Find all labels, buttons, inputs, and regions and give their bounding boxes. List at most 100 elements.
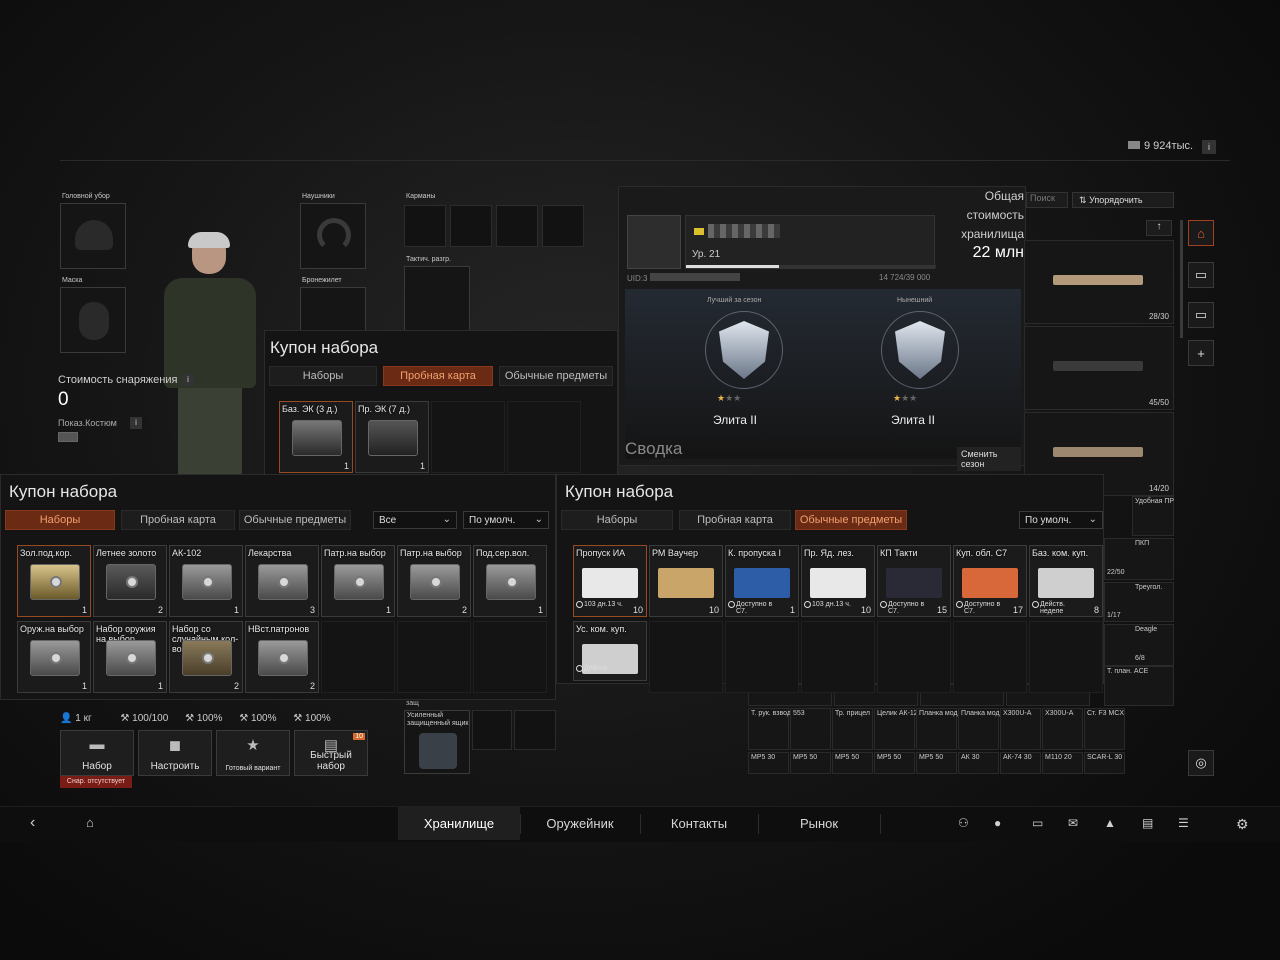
side-item-4[interactable]: Deagle 6/8 bbox=[1104, 624, 1174, 666]
coupon-item[interactable]: Под.сер.вол. 1 bbox=[473, 545, 547, 617]
rig-slot[interactable] bbox=[404, 266, 470, 332]
coupon-item[interactable]: Баз. ком. куп. Действ. неделе 8 bbox=[1029, 545, 1103, 617]
storage-item[interactable]: Тр. прицел bbox=[832, 708, 873, 750]
storage-item[interactable]: Целик АК-12 bbox=[874, 708, 918, 750]
side-item-2[interactable]: ПКП 22/50 bbox=[1104, 538, 1174, 580]
storage-item[interactable]: SCAR-L 30 bbox=[1084, 752, 1125, 774]
sort-button[interactable]: ⇅ Упорядочить bbox=[1072, 192, 1174, 208]
tab-market[interactable]: Рынок bbox=[758, 806, 880, 840]
storage-item[interactable]: Ст. F3 MCX bbox=[1084, 708, 1125, 750]
show-costume-info[interactable]: i bbox=[130, 417, 142, 429]
coupon-item[interactable]: Набор со случайным кол-вом 2 bbox=[169, 621, 243, 693]
search-input[interactable]: Поиск bbox=[1026, 192, 1068, 208]
tab-common-items[interactable]: Обычные предметы bbox=[499, 366, 613, 386]
coupon-item[interactable]: Ус. ком. куп. Действ. bbox=[573, 621, 647, 681]
storage-item[interactable]: MP5 50 bbox=[874, 752, 915, 774]
android-icon[interactable]: ▲ bbox=[1104, 816, 1116, 830]
tab-kits[interactable]: Наборы bbox=[5, 510, 115, 530]
tab-common-items[interactable]: Обычные предметы bbox=[795, 510, 907, 530]
pocket-slot-4[interactable] bbox=[542, 205, 584, 247]
pocket-slot-1[interactable] bbox=[404, 205, 446, 247]
storage-item[interactable]: АК 30 bbox=[958, 752, 999, 774]
headwear-slot[interactable] bbox=[60, 203, 126, 269]
tab-armory[interactable]: Оружейник bbox=[520, 806, 640, 840]
pocket-slot-2[interactable] bbox=[450, 205, 492, 247]
storage-item[interactable]: X300U-A bbox=[1042, 708, 1083, 750]
coupon-item[interactable]: Патр.на выбор 1 bbox=[321, 545, 395, 617]
friends-icon[interactable]: ⚇ bbox=[958, 816, 969, 830]
tab-trial-card[interactable]: Пробная карта bbox=[121, 510, 235, 530]
quick-kit-button[interactable]: ▤ Быстрый набор 10 bbox=[294, 730, 368, 776]
coupon-item[interactable]: Пропуск ИА 103 дн.13 ч. 10 bbox=[573, 545, 647, 617]
tab-trial-card[interactable]: Пробная карта bbox=[383, 366, 493, 386]
gear-icon[interactable]: ⚙ bbox=[1236, 816, 1249, 833]
back-icon[interactable]: ‹ bbox=[30, 814, 35, 832]
home-icon[interactable]: ⌂ bbox=[1188, 220, 1214, 246]
equipment-cost-info[interactable]: i bbox=[182, 374, 194, 386]
mask-slot[interactable] bbox=[60, 287, 126, 353]
chat-icon[interactable]: ▭ bbox=[1188, 262, 1214, 288]
coupon-item[interactable]: НВст.патронов 2 bbox=[245, 621, 319, 693]
sort-dropdown[interactable]: По умолч. ⌄ bbox=[1019, 511, 1103, 529]
currency-info-button[interactable]: i bbox=[1202, 140, 1216, 154]
storage-item[interactable]: АК-74 30 bbox=[1000, 752, 1041, 774]
coupon-item[interactable]: Куп. обл. С7 Доступно в С7. 17 bbox=[953, 545, 1027, 617]
storage-item[interactable]: MP5 30 bbox=[748, 752, 789, 774]
weapon-card-1[interactable]: 28/30 bbox=[1024, 240, 1174, 324]
add-icon[interactable]: + bbox=[1188, 340, 1214, 366]
avatar[interactable] bbox=[627, 215, 681, 269]
armor-slot[interactable] bbox=[300, 287, 366, 331]
storage-item[interactable]: Планка мод. 4.1 bbox=[958, 708, 1013, 750]
chat-bubble-icon[interactable]: ▭ bbox=[1032, 816, 1043, 830]
storage-item[interactable]: MP5 50 bbox=[790, 752, 831, 774]
coupon-item[interactable]: К. пропуска I Доступно в С7. 1 bbox=[725, 545, 799, 617]
tab-contacts[interactable]: Контакты bbox=[640, 806, 758, 840]
storage-item[interactable]: MP5 50 bbox=[916, 752, 957, 774]
side-item-3[interactable]: Треугол. 1/17 bbox=[1104, 582, 1174, 622]
storage-item[interactable]: MP5 50 bbox=[832, 752, 873, 774]
storage-item[interactable]: X300U-A bbox=[1000, 708, 1041, 750]
coupon-item[interactable]: Патр.на выбор 2 bbox=[397, 545, 471, 617]
configure-button[interactable]: ◼ Настроить bbox=[138, 730, 212, 776]
show-costume-toggle[interactable] bbox=[58, 432, 78, 442]
profile-icon[interactable]: ● bbox=[994, 816, 1001, 830]
coupon-item[interactable]: РМ Ваучер 10 bbox=[649, 545, 723, 617]
camera-icon[interactable]: ◎ bbox=[1188, 750, 1214, 776]
tab-trial-card[interactable]: Пробная карта bbox=[679, 510, 791, 530]
coupon-item[interactable]: Летнее золото 2 bbox=[93, 545, 167, 617]
secure-container-slot[interactable]: Усиленный защищенный ящик bbox=[404, 710, 470, 774]
weapon-card-2[interactable]: 45/50 bbox=[1024, 326, 1174, 410]
side-item-5[interactable]: Т. план. ACE bbox=[1104, 666, 1174, 706]
storage-item[interactable]: Т. рук. взвода bbox=[748, 708, 795, 750]
notes-icon[interactable]: ▤ bbox=[1142, 816, 1153, 830]
tab-common-items[interactable]: Обычные предметы bbox=[239, 510, 351, 530]
container-slot-3[interactable] bbox=[514, 710, 556, 750]
headphones-slot[interactable] bbox=[300, 203, 366, 269]
tasks-icon[interactable]: ☰ bbox=[1178, 816, 1189, 830]
message-icon[interactable]: ▭ bbox=[1188, 302, 1214, 328]
mail-icon[interactable]: ✉ bbox=[1068, 816, 1078, 830]
storage-item[interactable]: Планка мод. 4.1 bbox=[916, 708, 971, 750]
coupon-item[interactable]: Пр. ЭК (7 д.) 1 bbox=[355, 401, 429, 473]
kit-button[interactable]: ▬ Набор bbox=[60, 730, 134, 776]
sort-dropdown[interactable]: По умолч. ⌄ bbox=[463, 511, 549, 529]
change-season-button[interactable]: Сменить сезон bbox=[957, 447, 1021, 471]
coupon-item[interactable]: Зол.под.кор. 1 bbox=[17, 545, 91, 617]
tab-kits[interactable]: Наборы bbox=[561, 510, 673, 530]
preset-button[interactable]: ★ Готовый вариант bbox=[216, 730, 290, 776]
coupon-item[interactable]: АК-102 1 bbox=[169, 545, 243, 617]
container-slot-2[interactable] bbox=[472, 710, 512, 750]
storage-item[interactable]: 553 bbox=[790, 708, 831, 750]
filter-dropdown[interactable]: Все ⌄ bbox=[373, 511, 457, 529]
tab-kits[interactable]: Наборы bbox=[269, 366, 377, 386]
upload-button[interactable]: ↑ bbox=[1146, 220, 1172, 236]
side-item-1[interactable]: Удобная ПР bbox=[1132, 496, 1174, 536]
coupon-item[interactable]: Баз. ЭК (3 д.) 1 bbox=[279, 401, 353, 473]
storage-scrollbar[interactable] bbox=[1180, 220, 1183, 338]
storage-item[interactable]: M110 20 bbox=[1042, 752, 1083, 774]
coupon-item[interactable]: КП Такти Доступно в С7. 15 bbox=[877, 545, 951, 617]
home-nav-icon[interactable]: ⌂ bbox=[86, 815, 94, 830]
coupon-item[interactable]: Пр. Яд. лез. 103 дн.13 ч. 10 bbox=[801, 545, 875, 617]
tab-storage[interactable]: Хранилище bbox=[398, 806, 520, 840]
coupon-item[interactable]: Оруж.на выбор 1 bbox=[17, 621, 91, 693]
